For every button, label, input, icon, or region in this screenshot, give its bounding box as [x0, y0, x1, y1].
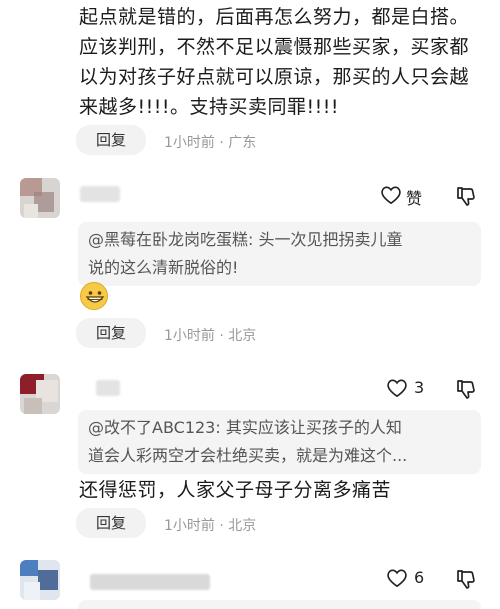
meta-separator: ·	[219, 135, 224, 151]
heart-icon[interactable]	[386, 378, 408, 398]
comment-text-line: 起点就是错的，后面再怎么努力，都是白搭。	[79, 6, 470, 28]
comment-meta: 1小时前 · 北京	[164, 515, 256, 535]
avatar-image	[20, 178, 60, 218]
quote-line: @黑莓在卧龙岗吃蛋糕: 头一次见把拐卖儿童	[88, 230, 403, 249]
quote-line: 说的这么清新脱俗的!	[88, 258, 239, 277]
meta-separator: ·	[219, 328, 224, 344]
username-blurred	[90, 574, 210, 590]
avatar[interactable]	[20, 374, 60, 414]
quote-line: 道会人彩两空才会杜绝买卖，就是为难这个...	[88, 446, 408, 465]
quoted-reply	[78, 600, 481, 609]
comment-time: 1小时前	[164, 328, 215, 344]
dislike-icon[interactable]	[456, 568, 476, 590]
comment-text-line: 来越多!!!!。支持买卖同罪!!!!	[79, 96, 339, 118]
username-blurred	[96, 380, 120, 396]
quote-line: @改不了ABC123: 其实应该让买孩子的人知	[88, 418, 402, 437]
comment-text-line: 应该判刑，不然不足以震慑那些买家，买家都	[79, 36, 470, 58]
dislike-icon[interactable]	[456, 378, 476, 400]
comment-text-line: 以为对孩子好点就可以原谅，那买的人只会越	[79, 66, 470, 88]
comment-location: 北京	[228, 518, 257, 534]
comment-location: 广东	[228, 135, 257, 151]
reply-button[interactable]: 回复	[76, 125, 146, 155]
comment-time: 1小时前	[164, 135, 215, 151]
comment-text: 还得惩罚，人家父子母子分离多痛苦	[79, 479, 392, 501]
avatar[interactable]	[20, 178, 60, 218]
heart-icon[interactable]	[386, 568, 408, 588]
heart-icon[interactable]	[380, 185, 402, 205]
reply-button[interactable]: 回复	[76, 318, 146, 348]
comment-meta: 1小时前 · 广东	[164, 132, 256, 152]
like-count: 3	[414, 378, 425, 397]
reply-button[interactable]: 回复	[76, 508, 146, 538]
quoted-reply[interactable]: @黑莓在卧龙岗吃蛋糕: 头一次见把拐卖儿童 说的这么清新脱俗的!	[78, 222, 481, 286]
like-label[interactable]: 赞	[406, 185, 422, 209]
comment-location: 北京	[228, 328, 257, 344]
avatar[interactable]	[20, 560, 60, 600]
meta-separator: ·	[219, 518, 224, 534]
comment-time: 1小时前	[164, 518, 215, 534]
like-count: 6	[414, 568, 425, 587]
dislike-icon[interactable]	[456, 185, 476, 207]
comment-meta: 1小时前 · 北京	[164, 325, 256, 345]
avatar-image	[20, 560, 60, 600]
username-blurred	[80, 186, 120, 202]
quoted-reply[interactable]: @改不了ABC123: 其实应该让买孩子的人知 道会人彩两空才会杜绝买卖，就是为…	[78, 410, 481, 474]
grinning-emoji-icon	[80, 282, 108, 310]
avatar-image	[20, 374, 60, 414]
